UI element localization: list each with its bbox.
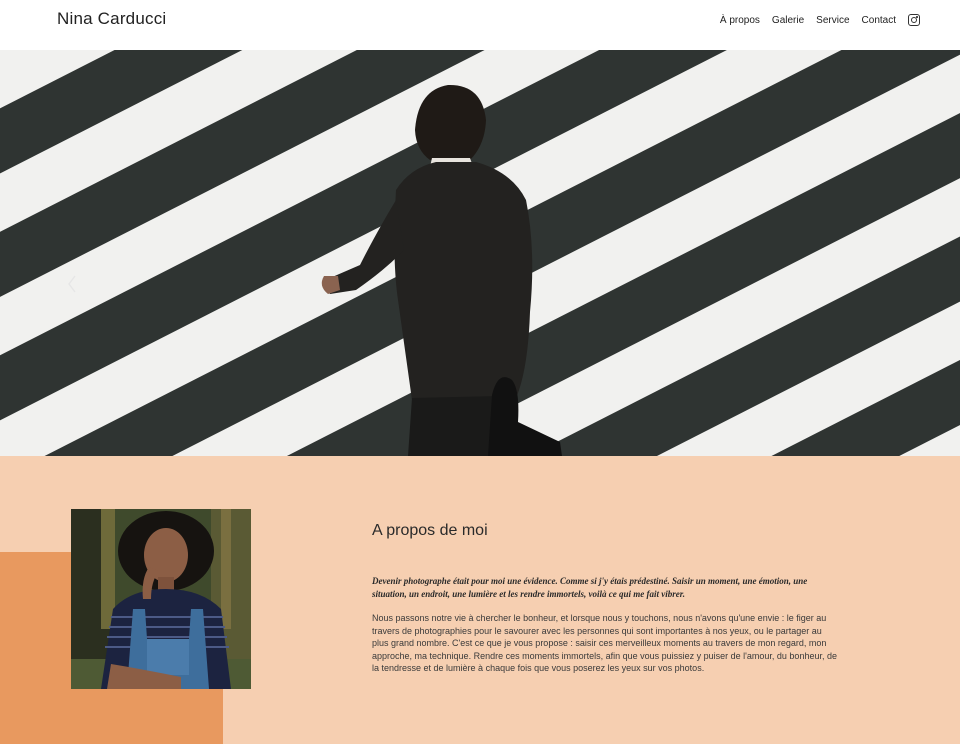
nav-item-galerie[interactable]: Galerie bbox=[772, 15, 804, 26]
hero-image bbox=[0, 50, 960, 456]
site-header: Nina Carducci À propos Galerie Service C… bbox=[0, 0, 960, 50]
about-body-text: Nous passons notre vie à chercher le bon… bbox=[372, 613, 837, 674]
nav-item-service[interactable]: Service bbox=[816, 15, 849, 26]
about-section: A propos de moi Devenir photographe étai… bbox=[0, 456, 960, 744]
portrait-photo bbox=[71, 509, 251, 689]
nav-item-contact[interactable]: Contact bbox=[862, 15, 896, 26]
hero-carousel bbox=[0, 50, 960, 456]
chevron-left-icon[interactable] bbox=[64, 274, 80, 294]
instagram-icon[interactable] bbox=[908, 14, 920, 26]
about-intro-text: Devenir photographe était pour moi une é… bbox=[372, 576, 808, 599]
site-logo[interactable]: Nina Carducci bbox=[57, 9, 166, 29]
nav-item-a-propos[interactable]: À propos bbox=[720, 15, 760, 26]
main-nav: À propos Galerie Service Contact bbox=[708, 14, 920, 26]
about-title: A propos de moi bbox=[372, 522, 488, 539]
